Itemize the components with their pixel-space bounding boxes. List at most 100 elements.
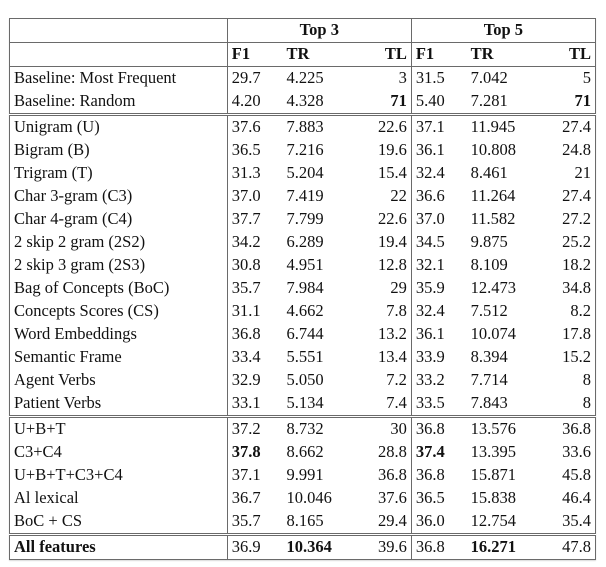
table-row: U+B+T 37.2 8.732 30 36.8 13.576 36.8	[9, 415, 596, 441]
cell-tl-top5: 15.2	[562, 347, 591, 367]
cell-tr-top5: 8.109	[470, 255, 508, 275]
cell-tr-top5: 10.808	[470, 140, 516, 160]
table-row: Bigram (B) 36.5 7.216 19.6 36.1 10.808 24.8	[9, 139, 596, 162]
cell-tl-top5: 46.4	[562, 488, 591, 508]
cell-tl-top5: 21	[574, 163, 592, 183]
cell-tr-top5: 11.945	[466, 113, 545, 139]
cell-tl-top5: 17.8	[562, 324, 591, 344]
cell-tr-top3: 6.744	[286, 324, 324, 344]
table-row: All features 36.9 10.364 39.6 36.8 16.271 47.8	[9, 533, 596, 560]
table-row: Char 3-gram (C3) 37.0 7.419 22 36.6 11.264 27.…	[9, 185, 596, 208]
cell-tr-top3: 8.732	[282, 415, 361, 441]
cell-tl-top3: 22.6	[360, 208, 412, 231]
cell-tr-top3: 4.328	[286, 91, 324, 111]
row-label: Bigram (B)	[9, 139, 228, 162]
row-label: Baseline: Random	[9, 90, 228, 115]
cell-tl-top5: 36.8	[544, 415, 596, 441]
cell-f1-top3: 29.7	[231, 68, 261, 88]
cell-f1-top5: 36.1	[415, 140, 445, 160]
cell-tr-top3: 4.951	[286, 255, 324, 275]
cell-f1-top5: 36.6	[415, 186, 445, 206]
cell-tl-top3: 12.8	[360, 254, 412, 277]
cell-tl-top5: 35.4	[562, 511, 591, 531]
cell-f1-top3: 34.2	[231, 232, 261, 252]
cell-tl-top5: 25.2	[562, 232, 591, 252]
cell-f1-top3: 31.3	[231, 163, 261, 183]
cell-f1-top5: 36.0	[415, 511, 445, 531]
cell-f1-top5: 37.1	[411, 113, 467, 139]
cell-tl-top3: 29	[360, 277, 412, 300]
cell-f1-top5: 36.8	[411, 533, 467, 560]
cell-tl-top3: 7.4	[360, 392, 412, 417]
cell-tl-top3: 7.2	[360, 369, 412, 392]
cell-tl-top5: 8	[582, 393, 591, 413]
corner-cell	[9, 18, 228, 43]
cell-tl-top3: 22	[360, 185, 412, 208]
table-row: Char 4-gram (C4) 37.7 7.799 22.6 37.0 11.582 2…	[9, 208, 596, 231]
cell-f1-top3: 4.20	[231, 91, 261, 111]
cell-f1-top3: 32.9	[231, 370, 261, 390]
cell-tr-top3: 7.984	[286, 278, 324, 298]
cell-tr-top3: 7.799	[286, 209, 324, 229]
cell-f1-top3: 33.4	[231, 347, 261, 367]
cell-f1-top3: 33.1	[231, 393, 261, 413]
cell-tr-top5: 8.394	[470, 347, 508, 367]
cell-tr-top3: 5.050	[286, 370, 324, 390]
cell-tr-top5: 7.843	[470, 393, 508, 413]
cell-f1-top5: 34.5	[415, 232, 445, 252]
cell-tr-top3: 10.046	[286, 488, 332, 508]
table-row: Patient Verbs 33.1 5.134 7.4 33.5 7.843 8	[9, 392, 596, 417]
cell-f1-top5: 5.40	[415, 91, 445, 111]
cell-f1-top3: 31.1	[231, 301, 261, 321]
cell-tl-top5: 34.8	[562, 278, 591, 298]
cell-f1-top5: 32.4	[415, 163, 445, 183]
cell-tl-top3: 7.8	[360, 300, 412, 323]
table-row: Baseline: Most Frequent 29.7 4.225 3 31.5 7.0…	[9, 66, 596, 90]
cell-tl-top3: 36.8	[360, 464, 412, 487]
row-label: Char 4-gram (C4)	[9, 208, 228, 231]
row-label: C3+C4	[9, 441, 228, 464]
cell-f1-top3: 37.8	[231, 442, 261, 462]
row-label: Al lexical	[9, 487, 228, 510]
row-label: BoC + CS	[9, 510, 228, 535]
cell-f1-top3: 37.0	[231, 186, 261, 206]
cell-tr-top5: 7.512	[470, 301, 508, 321]
table-row: Unigram (U) 37.6 7.883 22.6 37.1 11.945 27.4	[9, 113, 596, 139]
cell-tl-top3: 37.6	[360, 487, 412, 510]
cell-tr-top3: 10.364	[282, 533, 361, 560]
cell-tl-top3: 13.2	[360, 323, 412, 346]
cell-f1-top5: 33.5	[415, 393, 445, 413]
cell-f1-top5: 32.1	[415, 255, 445, 275]
cell-f1-top5: 37.0	[415, 209, 445, 229]
cell-tl-top3: 29.4	[360, 510, 412, 535]
row-label: Patient Verbs	[9, 392, 228, 417]
cell-tr-top5: 10.074	[470, 324, 516, 344]
table-row: 2 skip 3 gram (2S3) 30.8 4.951 12.8 32.1 8.10…	[9, 254, 596, 277]
cell-f1-top5: 35.9	[415, 278, 445, 298]
cell-tr-top3: 7.419	[286, 186, 324, 206]
cell-tr-top3: 7.216	[286, 140, 324, 160]
cell-tr-top3: 4.225	[286, 68, 324, 88]
table-row: Word Embeddings 36.8 6.744 13.2 36.1 10.074 17…	[9, 323, 596, 346]
cell-f1-top3: 36.9	[227, 533, 283, 560]
cell-tl-top5: 27.4	[562, 186, 591, 206]
cell-f1-top5: 36.8	[411, 415, 467, 441]
table-row: BoC + CS 35.7 8.165 29.4 36.0 12.754 35.4	[9, 510, 596, 535]
row-label: All features	[9, 533, 228, 560]
header-tl-top3: TL	[360, 42, 412, 67]
cell-tl-top5: 8.2	[570, 301, 591, 321]
cell-tl-top5: 18.2	[562, 255, 591, 275]
cell-tl-top5: 45.8	[562, 465, 591, 485]
metric-header-row: F1 TR TL F1 TR TL	[9, 42, 596, 67]
cell-f1-top3: 37.7	[231, 209, 261, 229]
header-tr-top5: TR	[466, 42, 545, 67]
cell-tr-top5: 13.576	[466, 415, 545, 441]
table-row: U+B+T+C3+C4 37.1 9.991 36.8 36.8 15.871 45.8	[9, 464, 596, 487]
cell-tr-top5: 11.264	[470, 186, 516, 206]
cell-f1-top3: 35.7	[231, 278, 261, 298]
cell-tr-top5: 12.473	[470, 278, 516, 298]
cell-tl-top5: 5	[582, 68, 591, 88]
table-row: Semantic Frame 33.4 5.551 13.4 33.9 8.394 15.2	[9, 346, 596, 369]
cell-f1-top3: 36.8	[231, 324, 261, 344]
cell-tl-top3: 15.4	[360, 162, 412, 185]
